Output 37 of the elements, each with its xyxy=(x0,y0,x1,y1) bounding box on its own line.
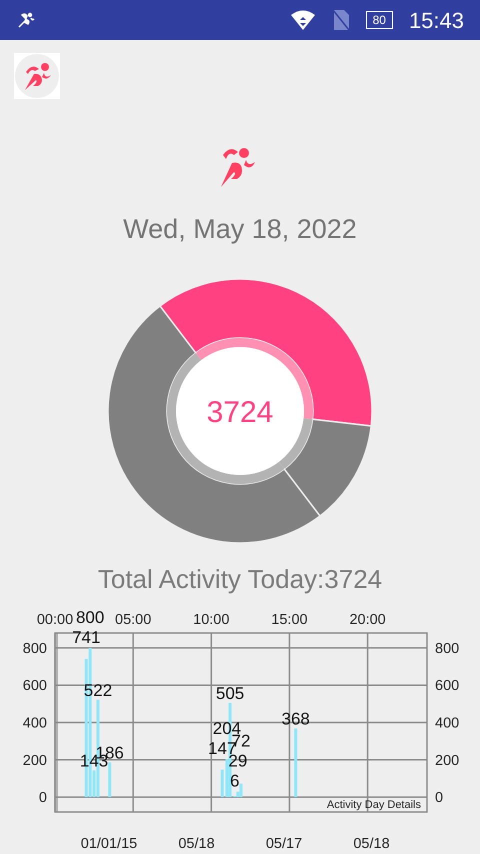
x-axis-label: 05/18 xyxy=(353,836,390,848)
step-count: 3724 xyxy=(206,396,274,428)
y-axis-label: 400 xyxy=(435,715,460,731)
battery-level: 80 xyxy=(366,11,393,29)
bar xyxy=(294,728,298,797)
y-axis-label: 0 xyxy=(38,790,47,806)
date-label: Wed, May 18, 2022 xyxy=(123,214,357,244)
y-axis-label: 0 xyxy=(435,790,444,806)
no-sim-icon xyxy=(332,9,350,31)
y-axis-label: 800 xyxy=(22,640,47,656)
chart-description: Activity Day Details xyxy=(326,798,421,810)
y-axis-label: 600 xyxy=(435,678,460,694)
x-axis-label: 00:00 xyxy=(36,612,74,628)
y-axis-label: 200 xyxy=(435,752,460,768)
y-axis-label: 400 xyxy=(22,715,47,731)
value-label: 6 xyxy=(230,771,240,790)
value-label: 505 xyxy=(216,683,244,702)
x-axis-label: 05/18 xyxy=(178,836,215,848)
y-axis-label: 600 xyxy=(22,678,47,694)
value-label: 800 xyxy=(76,607,104,626)
x-axis-label: 10:00 xyxy=(193,612,230,628)
value-label: 741 xyxy=(72,627,100,646)
value-label: 522 xyxy=(84,680,112,700)
wifi-icon xyxy=(290,9,316,31)
bar xyxy=(108,762,112,797)
value-label: 368 xyxy=(282,708,310,728)
app-icon[interactable] xyxy=(14,53,60,99)
y-axis-label: 200 xyxy=(22,752,47,768)
total-activity-label: Total Activity Today:3724 xyxy=(98,564,382,594)
runner-icon xyxy=(16,10,36,30)
x-axis-label: 01/01/15 xyxy=(80,836,138,848)
x-axis-label: 15:00 xyxy=(271,612,308,628)
y-axis-label: 800 xyxy=(435,640,460,656)
clock: 15:43 xyxy=(408,6,464,34)
x-axis-label: 05:00 xyxy=(115,612,152,628)
x-axis-label: 05/17 xyxy=(266,836,302,848)
x-axis-label: 20:00 xyxy=(349,612,386,628)
